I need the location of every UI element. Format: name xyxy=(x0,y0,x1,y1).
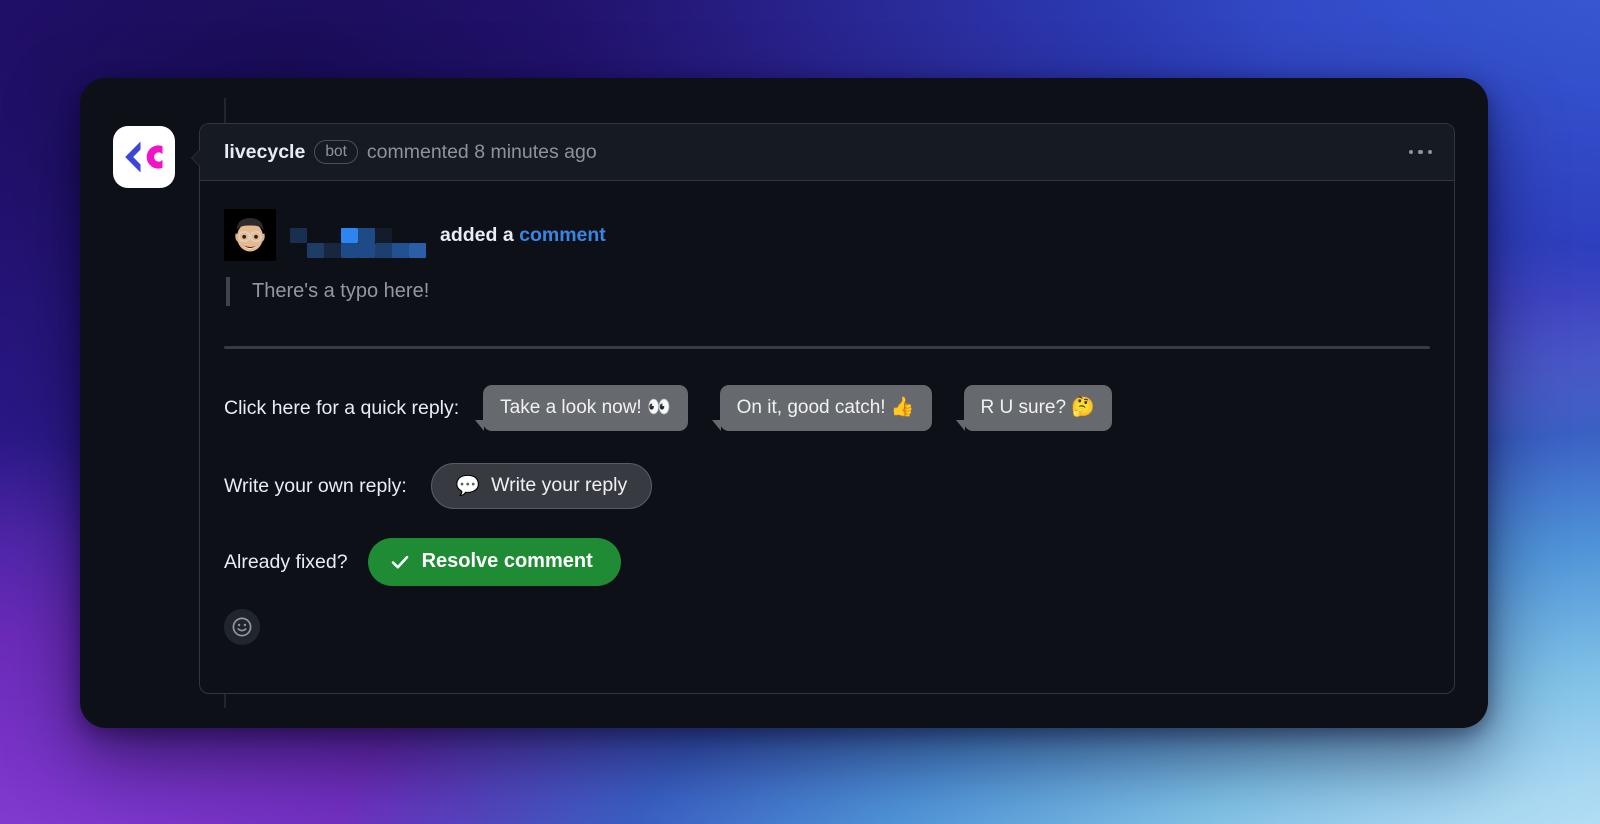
quick-reply-buttons: Take a look now! 👀 On it, good catch! 👍 R … xyxy=(475,384,1113,432)
redaction-block xyxy=(358,243,375,258)
comment-byline: livecycle bot commented 8 minutes ago xyxy=(224,139,1405,165)
quick-reply-r-u-sure[interactable]: R U sure? 🤔 xyxy=(955,384,1113,432)
redaction-block xyxy=(375,243,392,258)
redaction-block xyxy=(409,243,426,258)
comment-timestamp: commented 8 minutes ago xyxy=(366,140,597,163)
comment-card: livecycle bot commented 8 minutes ago ad… xyxy=(80,78,1488,728)
redaction-block xyxy=(358,228,375,243)
quick-reply-emoji-icon: 👍 xyxy=(890,395,915,418)
quick-reply-emoji-icon: 🤔 xyxy=(1071,395,1096,418)
redaction-block xyxy=(375,228,392,243)
resolve-label: Already fixed? xyxy=(224,550,348,573)
redaction-block xyxy=(290,228,307,243)
comment-body: added a comment There's a typo here! Cli… xyxy=(200,181,1454,665)
quoted-action-text: added a comment xyxy=(440,224,606,247)
resolve-comment-button[interactable]: Resolve comment xyxy=(367,538,621,586)
section-divider xyxy=(224,346,1430,349)
bot-avatar[interactable] xyxy=(113,126,175,188)
quick-reply-emoji-icon: 👀 xyxy=(646,395,671,418)
panel-arrow-fill xyxy=(192,150,200,166)
added-a-label: added a xyxy=(440,223,514,246)
quick-reply-text: R U sure? xyxy=(980,396,1072,418)
comment-header: livecycle bot commented 8 minutes ago xyxy=(200,124,1454,181)
speech-balloon-icon: 💬 xyxy=(455,474,481,497)
quote-block: There's a typo here! xyxy=(226,277,1430,306)
quote-text: There's a typo here! xyxy=(252,280,430,302)
write-reply-row: Write your own reply: 💬 Write your reply xyxy=(224,459,1430,513)
kebab-dot xyxy=(1418,149,1423,155)
redaction-block xyxy=(307,243,324,258)
write-reply-button-label: Write your reply xyxy=(491,474,628,496)
bot-badge: bot xyxy=(314,139,358,165)
quick-reply-on-it[interactable]: On it, good catch! 👍 xyxy=(711,384,932,432)
kebab-menu-icon[interactable] xyxy=(1405,140,1437,165)
kebab-dot xyxy=(1408,149,1413,155)
redaction-block xyxy=(324,243,341,258)
quick-reply-label: Click here for a quick reply: xyxy=(224,396,460,419)
write-reply-label: Write your own reply: xyxy=(224,474,407,497)
smiley-face-icon xyxy=(232,617,252,637)
quick-reply-row: Click here for a quick reply: Take a loo… xyxy=(224,381,1430,435)
resolve-button-label: Resolve comment xyxy=(421,550,593,572)
write-your-reply-button[interactable]: 💬 Write your reply xyxy=(430,463,653,509)
quoted-comment-header: added a comment xyxy=(224,209,1430,261)
quick-reply-text: On it, good catch! xyxy=(736,396,891,418)
livecycle-logo-icon xyxy=(125,141,163,173)
comment-panel: livecycle bot commented 8 minutes ago ad… xyxy=(191,123,1455,694)
redaction-block xyxy=(341,243,358,258)
memoji-avatar xyxy=(224,209,276,261)
comment-link[interactable]: comment xyxy=(519,224,606,246)
kebab-dot xyxy=(1427,149,1432,155)
add-reaction-button[interactable] xyxy=(224,609,260,645)
comment-author: livecycle xyxy=(224,140,306,163)
redaction-block xyxy=(392,243,409,258)
check-icon xyxy=(391,555,408,568)
resolve-row: Already fixed? Resolve comment xyxy=(224,535,1430,589)
quick-reply-take-a-look[interactable]: Take a look now! 👀 xyxy=(475,384,688,432)
memoji-avatar-icon xyxy=(224,209,276,261)
quick-reply-text: Take a look now! xyxy=(500,396,647,418)
redacted-username xyxy=(290,228,426,258)
redaction-block xyxy=(341,228,358,243)
